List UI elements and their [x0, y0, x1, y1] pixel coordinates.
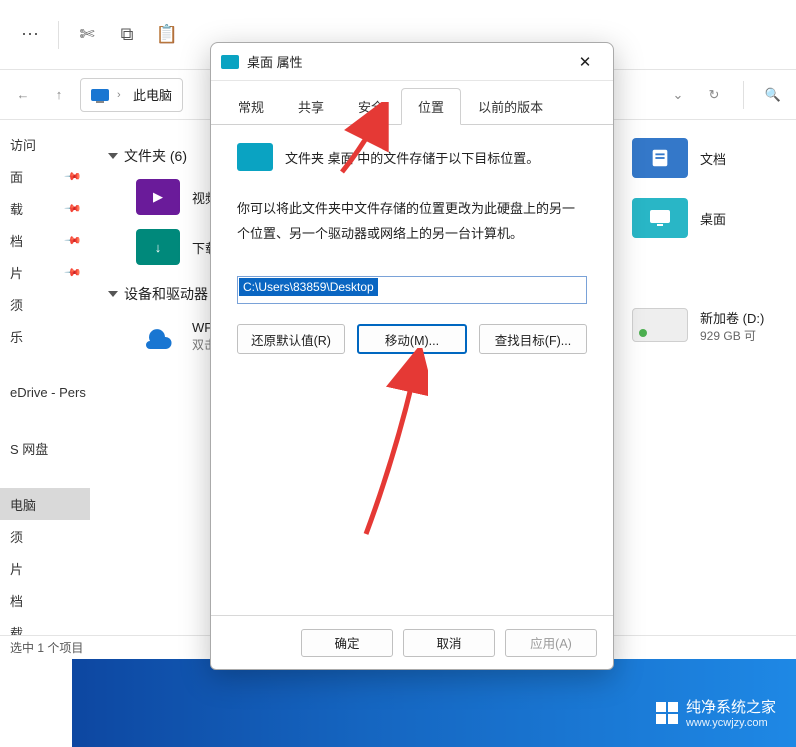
pin-icon: 📌 — [64, 167, 83, 186]
refresh-icon[interactable]: ↻ — [699, 80, 729, 110]
separator — [58, 21, 59, 49]
desktop-icon — [632, 198, 688, 238]
dropdown-icon[interactable]: ⌄ — [663, 80, 693, 110]
cut-icon[interactable]: ✄ — [67, 15, 107, 55]
close-button[interactable]: ✕ — [563, 47, 607, 77]
chevron-down-icon — [108, 153, 118, 159]
watermark-url: www.ycwjzy.com — [686, 717, 776, 729]
sidebar-item[interactable]: 须 — [0, 520, 90, 552]
status-text: 选中 1 个项目 — [10, 639, 83, 656]
sidebar-item-this-pc[interactable]: 电脑 — [0, 488, 90, 520]
properties-dialog: 桌面 属性 ✕ 常规 共享 安全 位置 以前的版本 文件夹 桌面 中的文件存储于… — [210, 42, 614, 670]
folder-icon — [221, 55, 239, 69]
right-column: 文档 桌面 新加卷 (D:) 929 GB 可 — [626, 128, 796, 354]
tab-general[interactable]: 常规 — [221, 88, 281, 125]
sidebar-item[interactable]: 须 — [0, 288, 90, 320]
video-icon: ▶ — [136, 179, 180, 215]
drive-sublabel: 929 GB 可 — [700, 327, 764, 344]
dialog-titlebar: 桌面 属性 ✕ — [211, 43, 613, 81]
pin-icon: 📌 — [64, 231, 83, 250]
location-description: 你可以将此文件夹中文件存储的位置更改为此硬盘上的另一个位置、另一个驱动器或网络上… — [237, 197, 587, 246]
sidebar-item[interactable]: 档📌 — [0, 224, 90, 256]
folder-label: 桌面 — [700, 209, 726, 228]
tab-security[interactable]: 安全 — [341, 88, 401, 125]
sidebar-item[interactable]: 片 — [0, 552, 90, 584]
restore-default-button[interactable]: 还原默认值(R) — [237, 324, 345, 354]
path-value: C:\Users\83859\Desktop — [239, 278, 378, 296]
ok-button[interactable]: 确定 — [301, 629, 393, 657]
find-target-button[interactable]: 查找目标(F)... — [479, 324, 587, 354]
folder-item-desktop[interactable]: 桌面 — [626, 188, 796, 248]
sidebar-item-quick-access[interactable]: 访问 — [0, 128, 90, 160]
dialog-tabs: 常规 共享 安全 位置 以前的版本 — [211, 81, 613, 125]
separator — [743, 81, 744, 109]
apply-button[interactable]: 应用(A) — [505, 629, 597, 657]
tab-share[interactable]: 共享 — [281, 88, 341, 125]
sidebar-item-onedrive[interactable]: eDrive - Pers — [0, 376, 90, 408]
sidebar-item-wps[interactable]: S 网盘 — [0, 432, 90, 464]
move-button[interactable]: 移动(M)... — [357, 324, 467, 354]
dialog-body: 文件夹 桌面 中的文件存储于以下目标位置。 你可以将此文件夹中文件存储的位置更改… — [211, 125, 613, 615]
drive-icon — [632, 308, 688, 342]
address-text: 此电脑 — [133, 85, 172, 104]
watermark: 纯净系统之家 www.ycwjzy.com — [656, 696, 776, 729]
section-title: 文件夹 (6) — [124, 146, 187, 166]
cancel-button[interactable]: 取消 — [403, 629, 495, 657]
tab-location[interactable]: 位置 — [401, 88, 461, 125]
download-icon: ↓ — [136, 229, 180, 265]
logo-icon — [656, 702, 678, 724]
folder-label: 文档 — [700, 149, 726, 168]
action-button-row: 还原默认值(R) 移动(M)... 查找目标(F)... — [237, 324, 587, 354]
sidebar-item[interactable]: 档 — [0, 584, 90, 616]
up-button[interactable]: ↑ — [44, 80, 74, 110]
cloud-icon — [136, 317, 180, 353]
pin-icon: 📌 — [64, 199, 83, 218]
chevron-right-icon: › — [117, 89, 125, 101]
search-icon[interactable]: 🔍 — [758, 80, 788, 110]
dialog-title: 桌面 属性 — [247, 52, 303, 71]
chevron-down-icon — [108, 291, 118, 297]
pc-icon — [91, 89, 109, 101]
drive-item-d[interactable]: 新加卷 (D:) 929 GB 可 — [626, 298, 796, 354]
dialog-footer: 确定 取消 应用(A) — [211, 615, 613, 669]
sidebar-item[interactable]: 乐 — [0, 320, 90, 352]
sidebar-item[interactable]: 片📌 — [0, 256, 90, 288]
sidebar-item[interactable]: 载📌 — [0, 192, 90, 224]
path-input[interactable]: C:\Users\83859\Desktop — [237, 276, 587, 304]
back-button[interactable]: ← — [8, 80, 38, 110]
drive-label: 新加卷 (D:) — [700, 308, 764, 327]
desktop-icon — [237, 143, 273, 171]
folder-item-documents[interactable]: 文档 — [626, 128, 796, 188]
copy-icon[interactable]: ⧉ — [107, 15, 147, 55]
history-icon[interactable]: ⋯ — [10, 15, 50, 55]
watermark-title: 纯净系统之家 — [686, 696, 776, 717]
tab-previous-versions[interactable]: 以前的版本 — [461, 88, 560, 125]
pin-icon: 📌 — [64, 263, 83, 282]
paste-icon[interactable]: 📋 — [147, 15, 187, 55]
location-header: 文件夹 桌面 中的文件存储于以下目标位置。 — [285, 148, 539, 167]
section-title: 设备和驱动器 — [124, 284, 208, 304]
sidebar-item[interactable]: 面📌 — [0, 160, 90, 192]
address-bar[interactable]: › 此电脑 — [80, 78, 183, 112]
documents-icon — [632, 138, 688, 178]
